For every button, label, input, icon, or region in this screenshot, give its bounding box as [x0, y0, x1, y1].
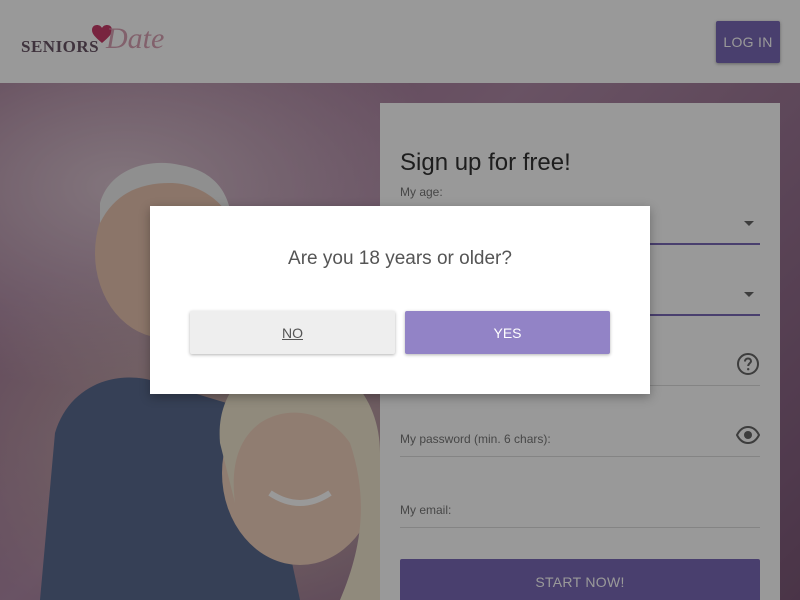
no-button[interactable]: NO [190, 311, 395, 354]
age-question: Are you 18 years or older? [288, 248, 512, 269]
yes-button[interactable]: YES [405, 311, 610, 354]
age-verification-modal: Are you 18 years or older? NO YES [150, 206, 650, 394]
